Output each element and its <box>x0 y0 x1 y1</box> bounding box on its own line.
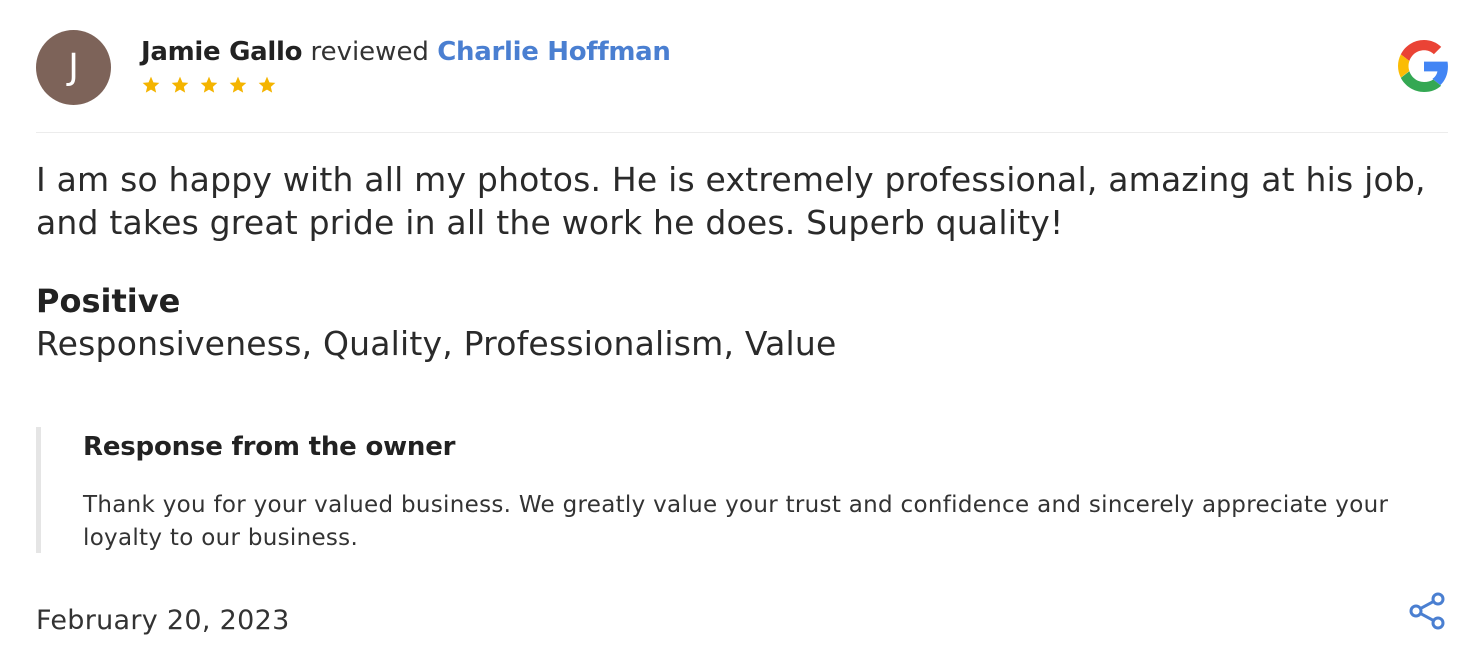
share-icon[interactable] <box>1407 591 1447 631</box>
google-logo-icon <box>1398 40 1448 92</box>
avatar: J <box>36 30 111 105</box>
owner-response-text: Thank you for your valued business. We g… <box>83 492 1389 551</box>
review-card: J Jamie Gallo reviewed Charlie Hoffman I… <box>0 0 1482 670</box>
review-text: I am so happy with all my photos. He is … <box>36 160 1426 242</box>
header-divider <box>36 132 1448 133</box>
positive-title: Positive <box>36 282 181 320</box>
star-icon <box>229 76 247 93</box>
reviewer-name: Jamie Gallo <box>141 37 303 67</box>
star-icon <box>142 76 160 93</box>
review-date: February 20, 2023 <box>36 605 290 636</box>
star-icon <box>258 76 276 93</box>
owner-response: Response from the owner Thank you for yo… <box>36 427 1441 553</box>
star-rating <box>141 75 277 95</box>
star-icon <box>171 76 189 93</box>
positive-attributes: Responsiveness, Quality, Professionalism… <box>36 324 837 363</box>
business-name-link[interactable]: Charlie Hoffman <box>437 37 671 67</box>
reviewed-label: reviewed <box>310 37 429 67</box>
owner-response-title: Response from the owner <box>83 432 456 462</box>
review-header: Jamie Gallo reviewed Charlie Hoffman <box>141 35 671 69</box>
star-icon <box>200 76 218 93</box>
